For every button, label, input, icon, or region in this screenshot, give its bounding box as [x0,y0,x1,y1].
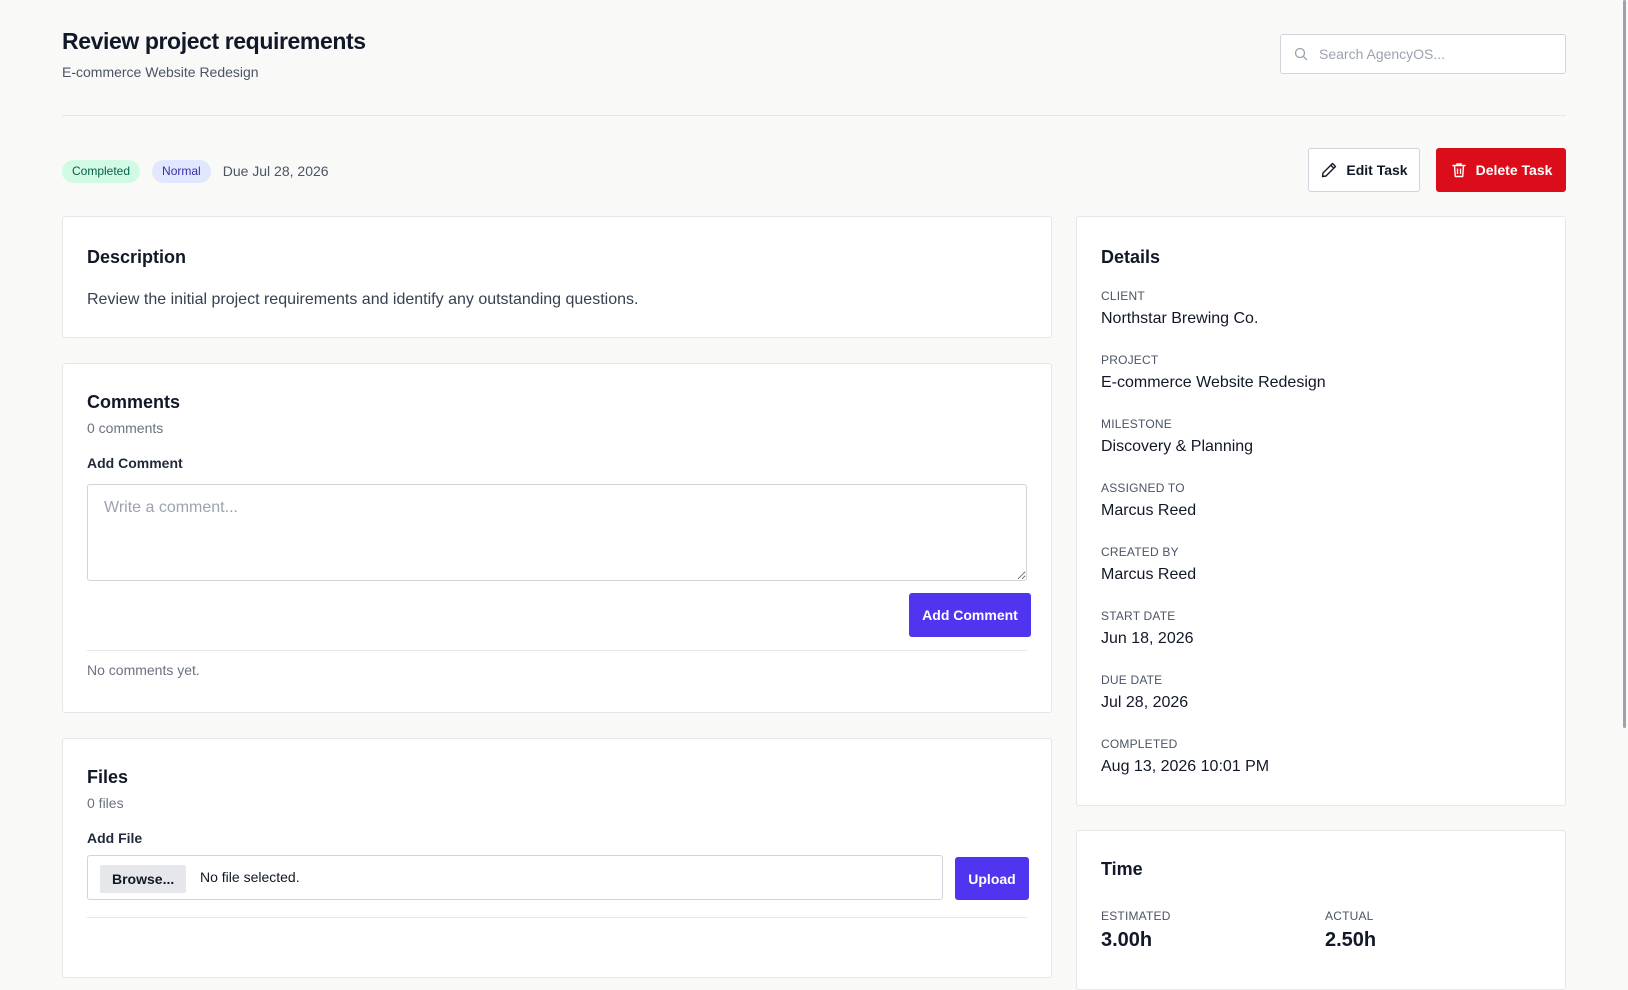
assigned-to-label: ASSIGNED TO [1101,481,1185,495]
upload-button[interactable]: Upload [955,857,1029,900]
time-title: Time [1101,859,1143,879]
created-by-label: CREATED BY [1101,545,1179,559]
pencil-icon [1322,162,1337,178]
details-card: Details CLIENT Northstar Brewing Co. PRO… [1076,216,1566,806]
due-date-text: Due Jul 28, 2026 [222,163,329,179]
project-subtitle: E-commerce Website Redesign [62,64,259,80]
files-count: 0 files [87,795,124,811]
comment-input[interactable] [87,484,1027,581]
page-title: Review project requirements [62,28,366,54]
comments-count: 0 comments [87,420,164,436]
search-icon [1294,47,1308,61]
completed-label: COMPLETED [1101,737,1178,751]
comments-card: Comments 0 comments Add Comment Add Comm… [62,363,1052,713]
milestone-value: Discovery & Planning [1101,438,1254,455]
project-label: PROJECT [1101,353,1159,367]
page-scrollbar[interactable] [1623,0,1626,728]
add-file-label: Add File [87,830,143,846]
task-page: Review project requirements E-commerce W… [62,0,1566,990]
files-divider [87,917,1027,918]
browse-button[interactable]: Browse... [100,865,187,893]
completed-value: Aug 13, 2026 10:01 PM [1101,758,1270,775]
client-label: CLIENT [1101,289,1145,303]
add-comment-label: Add Comment [87,455,183,471]
comments-divider [87,650,1027,651]
start-date-label: START DATE [1101,609,1176,623]
created-by-value: Marcus Reed [1101,566,1197,583]
description-title: Description [87,247,187,267]
assigned-to-value: Marcus Reed [1101,502,1197,519]
add-comment-button[interactable]: Add Comment [909,593,1031,637]
client-value: Northstar Brewing Co. [1101,310,1259,327]
files-card: Files 0 files Add File Browse... No file… [62,738,1052,978]
files-title: Files [87,767,129,787]
no-comments-text: No comments yet. [87,662,200,678]
milestone-label: MILESTONE [1101,417,1172,431]
details-title: Details [1101,247,1161,267]
description-text: Review the initial project requirements … [87,291,639,308]
actual-label: ACTUAL [1325,909,1374,923]
estimated-value: 3.00h [1101,929,1153,951]
trash-icon [1451,163,1466,178]
project-value: E-commerce Website Redesign [1101,374,1326,391]
description-card: Description Review the initial project r… [62,216,1052,338]
actual-value: 2.50h [1325,929,1377,951]
delete-task-button[interactable]: Delete Task [1436,148,1566,192]
edit-task-label: Edit Task [1346,162,1408,178]
due-date-label: DUE DATE [1101,673,1163,687]
status-badge: Completed [62,159,141,183]
file-input[interactable]: Browse... No file selected. [87,855,943,900]
due-date-value: Jul 28, 2026 [1101,694,1189,711]
edit-task-button[interactable]: Edit Task [1308,148,1420,192]
no-file-text: No file selected. [200,869,300,885]
estimated-label: ESTIMATED [1101,909,1171,923]
search-box[interactable] [1280,34,1566,74]
comments-title: Comments [87,392,181,412]
search-input[interactable] [1319,35,1554,73]
page-header: Review project requirements E-commerce W… [62,0,1566,116]
start-date-value: Jun 18, 2026 [1101,630,1194,647]
time-card: Time ESTIMATED 3.00h ACTUAL 2.50h [1076,830,1566,990]
delete-task-label: Delete Task [1475,162,1553,178]
task-meta: Completed Normal Due Jul 28, 2026 [62,159,329,183]
priority-badge: Normal [152,159,211,183]
